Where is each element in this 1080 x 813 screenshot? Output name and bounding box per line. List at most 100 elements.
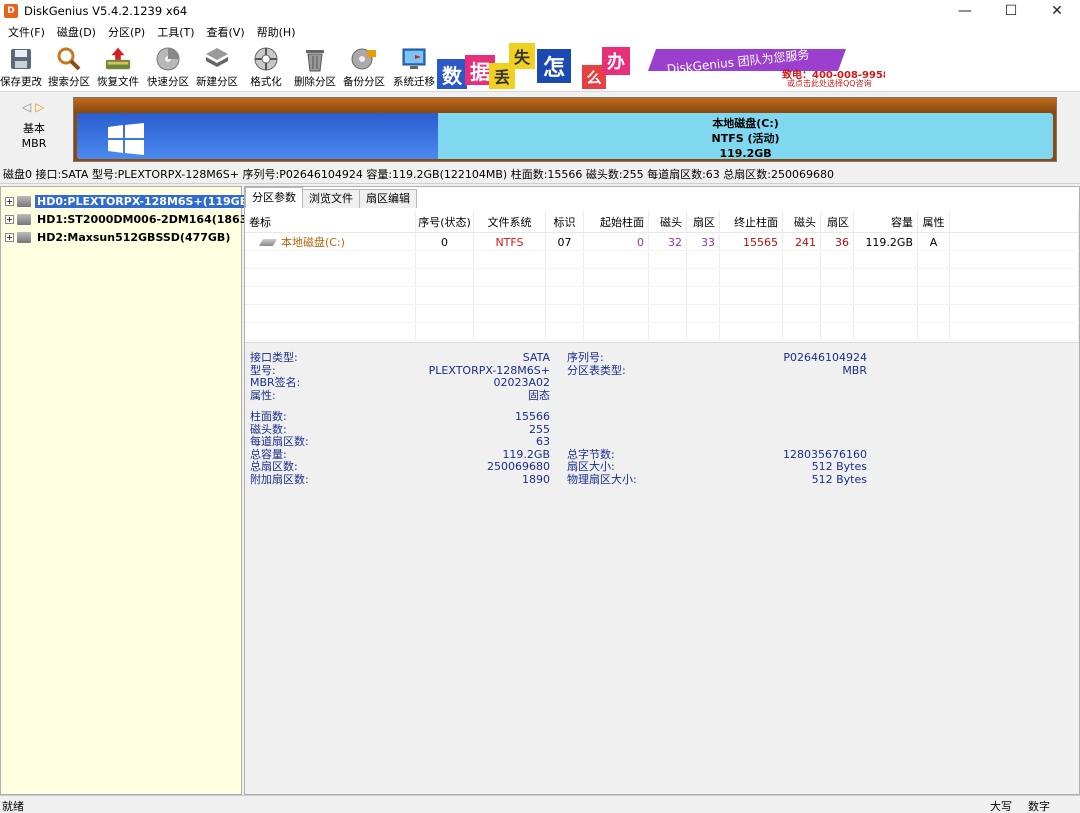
disk-info-line: 磁盘0 接口:SATA 型号:PLEXTORPX-128M6S+ 序列号:P02… (0, 166, 1080, 184)
tab-strip: 分区参数 浏览文件 扇区编辑 (245, 187, 417, 209)
new-partition-button[interactable]: 新建分区 (193, 46, 241, 90)
next-disk-icon[interactable]: ▷ (35, 100, 44, 114)
disk-type-label: 基本 MBR (21, 122, 47, 150)
tab-partition-params[interactable]: 分区参数 (245, 187, 303, 208)
menu-bar: 文件(F) 磁盘(D) 分区(P) 工具(T) 查看(V) 帮助(H) (0, 22, 1080, 42)
menu-tools[interactable]: 工具(T) (151, 24, 200, 40)
expand-icon[interactable]: + (5, 215, 14, 224)
delete-icon (301, 46, 329, 72)
disk-map-area: ◁ ▷ 基本 MBR 本地磁盘(C:) NTFS (活动) 119.2GB (0, 93, 1080, 166)
search-partition-button[interactable]: 搜索分区 (45, 46, 93, 90)
table-row-empty (245, 306, 1079, 323)
physical-sector-size-value: 512 Bytes (811, 472, 867, 486)
recover-files-button[interactable]: 恢复文件 (94, 46, 142, 90)
disk-details-panel: 接口类型: SATA 型号: PLEXTORPX-128M6S+ MBR签名: … (245, 342, 1079, 794)
windows-logo-icon (108, 123, 144, 155)
col-seq[interactable]: 序号(状态) (416, 211, 474, 232)
disk-tree: + HD0:PLEXTORPX-128M6S+(119GB) + HD1:ST2… (0, 186, 270, 795)
attribute-value: 固态 (528, 388, 550, 402)
tree-item-hd1[interactable]: + HD1:ST2000DM006-2DM164(1863GB) (5, 211, 272, 228)
serial-label: 序列号: (567, 351, 604, 364)
cylinders-label: 柱面数: (250, 410, 287, 423)
cylinders-value: 15566 (515, 410, 550, 423)
backup-partition-button[interactable]: 备份分区 (340, 46, 388, 90)
banner-char: 失 (509, 43, 535, 69)
total-sectors-value: 250069680 (487, 460, 550, 473)
disk-nav-arrows[interactable]: ◁ ▷ (22, 100, 44, 114)
expand-icon[interactable]: + (5, 197, 14, 206)
window-title: DiskGenius V5.4.2.1239 x64 (24, 4, 188, 18)
num-lock-indicator: 数字 (1028, 800, 1050, 813)
interface-label: 接口类型: (250, 351, 298, 364)
partition-table-type-label: 分区表类型: (567, 363, 626, 377)
partition-used-space (77, 113, 439, 159)
quick-partition-button[interactable]: 快速分区 (144, 46, 192, 90)
extra-sectors-value: 1890 (522, 472, 550, 486)
partition-block-c[interactable]: 本地磁盘(C:) NTFS (活动) 119.2GB (77, 113, 1053, 160)
hard-disk-icon (17, 232, 31, 243)
save-icon (7, 46, 35, 72)
serial-value: P02646104924 (783, 351, 867, 364)
banner-char: 办 (602, 47, 630, 75)
hard-disk-icon (17, 214, 31, 225)
menu-help[interactable]: 帮助(H) (251, 24, 302, 40)
col-volume-label[interactable]: 卷标 (245, 211, 416, 232)
banner-char: 数 (437, 59, 467, 89)
table-row-empty (245, 324, 1079, 341)
total-sectors-label: 总扇区数: (250, 460, 298, 473)
backup-icon (350, 46, 378, 72)
close-button[interactable]: ✕ (1034, 0, 1080, 22)
table-row[interactable]: 本地磁盘(C:) 0 NTFS 07 0 32 33 15565 241 36 … (245, 234, 1079, 251)
col-end-sector[interactable]: 扇区 (821, 211, 854, 232)
tab-browse-files[interactable]: 浏览文件 (302, 189, 360, 208)
partition-table-type-value: MBR (842, 363, 867, 377)
tree-item-hd0[interactable]: + HD0:PLEXTORPX-128M6S+(119GB) (5, 193, 256, 210)
format-icon (252, 46, 280, 72)
status-bar: 就绪 大写 数字 (0, 795, 1080, 813)
tab-sector-edit[interactable]: 扇区编辑 (359, 189, 417, 208)
caps-lock-indicator: 大写 (990, 800, 1012, 813)
tree-item-hd2[interactable]: + HD2:Maxsun512GBSSD(477GB) (5, 229, 232, 246)
table-row-empty (245, 270, 1079, 287)
prev-disk-icon[interactable]: ◁ (22, 100, 31, 114)
format-button[interactable]: 格式化 (242, 46, 290, 90)
col-end-head[interactable]: 磁头 (783, 211, 821, 232)
ad-banner[interactable]: 数 据 丢 失 怎 么 办 DiskGenius 团队为您服务 致电：400-0… (437, 41, 885, 90)
maximize-button[interactable]: ☐ (988, 0, 1034, 22)
disk-partition-bar[interactable]: 本地磁盘(C:) NTFS (活动) 119.2GB (73, 97, 1057, 162)
menu-partition[interactable]: 分区(P) (102, 24, 151, 40)
minimize-button[interactable]: — (942, 0, 988, 22)
status-text: 就绪 (2, 800, 24, 813)
system-migration-button[interactable]: 系统迁移 (390, 46, 438, 90)
col-capacity[interactable]: 容量 (854, 211, 918, 232)
search-icon (55, 46, 83, 72)
table-row-empty (245, 252, 1079, 269)
interface-value: SATA (522, 351, 550, 364)
delete-partition-button[interactable]: 删除分区 (291, 46, 339, 90)
col-start-sector[interactable]: 扇区 (687, 211, 720, 232)
hard-disk-icon (17, 196, 31, 207)
col-start-cylinder[interactable]: 起始柱面 (584, 211, 649, 232)
menu-view[interactable]: 查看(V) (201, 24, 251, 40)
attribute-label: 属性: (250, 388, 276, 402)
col-filesystem[interactable]: 文件系统 (474, 211, 546, 232)
menu-disk[interactable]: 磁盘(D) (51, 24, 102, 40)
expand-icon[interactable]: + (5, 233, 14, 242)
mbr-signature-label: MBR签名: (250, 376, 301, 389)
quick-partition-icon (154, 46, 182, 72)
col-id[interactable]: 标识 (546, 211, 584, 232)
col-start-head[interactable]: 磁头 (649, 211, 687, 232)
partition-info: 本地磁盘(C:) NTFS (活动) 119.2GB (711, 117, 780, 160)
title-bar: D DiskGenius V5.4.2.1239 x64 — ☐ ✕ (0, 0, 1080, 22)
menu-file[interactable]: 文件(F) (2, 24, 51, 40)
sector-size-value: 512 Bytes (811, 460, 867, 473)
recover-icon (104, 46, 132, 72)
col-attribute[interactable]: 属性 (918, 211, 950, 232)
migrate-icon (400, 46, 428, 72)
col-end-cylinder[interactable]: 终止柱面 (720, 211, 783, 232)
partition-table: 卷标 序号(状态) 文件系统 标识 起始柱面 磁头 扇区 终止柱面 磁头 扇区 … (245, 211, 1079, 341)
banner-char: 怎 (537, 49, 571, 83)
save-button[interactable]: 保存更改 (0, 46, 45, 90)
banner-qq-link[interactable]: 或点击此处选择QQ咨询 (787, 78, 872, 89)
new-partition-icon (203, 46, 231, 72)
